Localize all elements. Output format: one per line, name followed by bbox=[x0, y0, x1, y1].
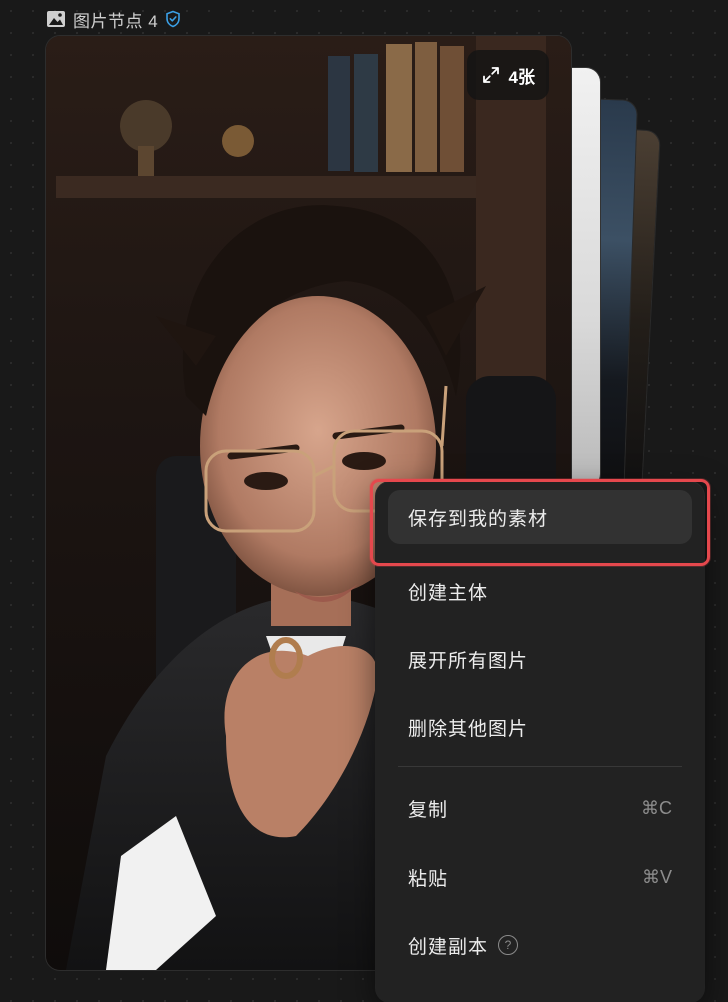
expand-icon bbox=[481, 65, 501, 85]
menu-item-expand-all-images[interactable]: 展开所有图片 bbox=[388, 632, 692, 686]
menu-item-label: 创建主体 bbox=[408, 582, 489, 604]
shield-check-icon bbox=[165, 10, 181, 28]
help-circle-icon[interactable]: ? bbox=[498, 935, 519, 955]
menu-divider bbox=[398, 766, 682, 767]
highlight-annotation bbox=[370, 479, 710, 566]
menu-item-label: 复制 bbox=[408, 799, 449, 821]
menu-item-label: 创建副本 bbox=[408, 936, 489, 958]
menu-item-paste[interactable]: 粘贴 ⌘V bbox=[388, 850, 692, 904]
paste-shortcut: ⌘V bbox=[641, 866, 672, 887]
menu-item-label: 删除其他图片 bbox=[408, 718, 529, 740]
menu-item-delete-other-images[interactable]: 删除其他图片 bbox=[388, 700, 692, 754]
menu-item-create-subject[interactable]: 创建主体 bbox=[388, 564, 692, 618]
image-icon bbox=[46, 10, 66, 28]
node-title[interactable]: 图片节点 4 bbox=[73, 7, 158, 32]
menu-item-create-duplicate[interactable]: 创建副本 ? bbox=[388, 918, 692, 972]
node-header: 图片节点 4 bbox=[46, 6, 181, 32]
menu-item-label: 展开所有图片 bbox=[408, 650, 529, 672]
menu-item-copy[interactable]: 复制 ⌘C bbox=[388, 781, 692, 835]
expand-button[interactable]: 4张 bbox=[466, 50, 549, 100]
image-count-label: 4张 bbox=[508, 67, 535, 87]
copy-shortcut: ⌘C bbox=[641, 797, 672, 818]
menu-item-label: 粘贴 bbox=[408, 868, 449, 890]
